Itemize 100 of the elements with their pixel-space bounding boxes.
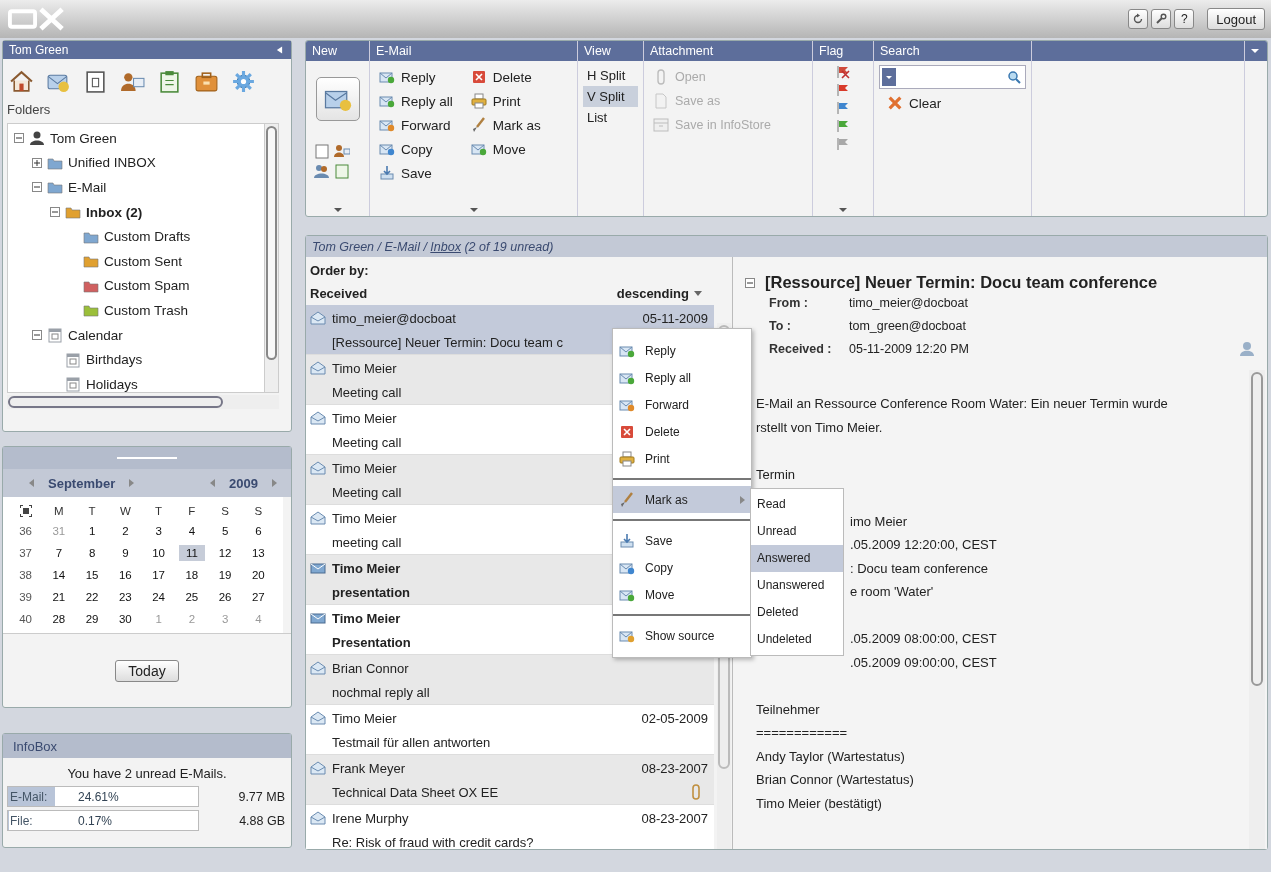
toolbar-button[interactable]: Mark as [466,113,545,137]
mail-row[interactable]: Brian Connor nochmal reply all [306,655,714,705]
folder-link[interactable]: Inbox [430,239,461,254]
calendar-day[interactable]: 12 [212,545,239,561]
sort-direction[interactable]: descending [616,286,689,301]
search-icon[interactable] [1007,70,1021,84]
calendar-day[interactable]: 13 [245,545,272,561]
calendar-day[interactable]: 2 [112,523,139,539]
menu-item[interactable]: Unread [751,518,843,545]
dropdown-icon[interactable] [882,68,896,86]
folder-item[interactable]: Custom Sent [104,253,183,269]
new-mail-button[interactable] [315,77,360,121]
calendar-day[interactable]: 16 [112,567,139,583]
scrollbar[interactable] [1249,370,1265,849]
refresh-button[interactable] [1128,9,1149,29]
folder-item[interactable]: Custom Trash [104,302,189,318]
calendar-day[interactable]: 30 [112,611,139,627]
dropdown-arrow-icon[interactable] [469,208,478,212]
collapse-toggle-icon[interactable] [745,277,755,288]
contacts-icon[interactable] [314,163,330,179]
flag-icon[interactable] [836,137,850,151]
today-button[interactable]: Today [115,659,179,682]
flag-icon[interactable] [836,119,850,133]
collapse-icon[interactable] [276,46,283,54]
folder-item[interactable]: Custom Spam [104,278,190,294]
previous-month-icon[interactable] [29,479,34,487]
calendar-day[interactable]: 4 [178,523,205,539]
clear-button[interactable]: Clear [879,89,1026,117]
calendar-day[interactable]: 6 [245,523,272,539]
briefcase-icon[interactable] [194,69,219,94]
calendar-day[interactable]: 29 [79,611,106,627]
menu-item[interactable]: Undeleted [751,626,843,653]
folder-item[interactable]: Holidays [86,376,138,392]
collapse-toggle-icon[interactable] [14,133,24,144]
calendar-day[interactable]: 22 [79,589,106,605]
calendar-day[interactable]: 9 [112,545,139,561]
toolbar-button[interactable]: Save [375,161,457,185]
folder-item[interactable]: Birthdays [86,352,143,368]
dropdown-arrow-icon[interactable] [1251,49,1259,53]
collapse-toggle-icon[interactable] [32,330,42,341]
search-field[interactable] [879,65,1026,89]
horizontal-scrollbar[interactable] [7,395,279,409]
collapse-toggle-icon[interactable] [32,182,42,193]
flag-cross-icon[interactable] [836,65,850,79]
logout-button[interactable]: Logout [1207,8,1265,30]
contact-icon[interactable] [334,143,350,159]
folder-item[interactable]: Inbox (2) [86,204,143,220]
menu-item[interactable]: Read [751,491,843,518]
calendar-day[interactable]: 18 [178,567,205,583]
menu-item[interactable]: Answered [751,545,843,572]
settings-icon[interactable] [231,69,256,94]
calendar-day[interactable]: 25 [178,589,205,605]
calendar-day[interactable]: 3 [145,523,172,539]
folder-item[interactable]: Tom Green [50,130,117,146]
next-month-icon[interactable] [129,479,135,487]
collapse-toggle-icon[interactable] [50,207,60,218]
drag-handle-icon[interactable] [117,456,177,460]
calendar-day[interactable]: 8 [79,545,106,561]
folder-item[interactable]: E-Mail [68,180,107,195]
menu-item[interactable]: Mark as [613,486,751,513]
toolbar-button[interactable]: Delete [466,65,545,89]
dropdown-arrow-icon[interactable] [333,208,342,212]
next-year-icon[interactable] [272,479,277,487]
calendar-day[interactable]: 24 [145,589,172,605]
calendar-day[interactable]: 27 [245,589,272,605]
view-option[interactable]: H Split [583,65,638,86]
toolbar-button[interactable]: Print [466,89,545,113]
calendar-day[interactable]: 14 [45,567,72,583]
calendar-day[interactable]: 26 [212,589,239,605]
menu-item[interactable]: Unanswered [751,572,843,599]
calendar-day[interactable]: 20 [245,567,272,583]
toolbar-button[interactable]: Move [466,137,545,161]
mail-row[interactable]: Timo Meier 02-05-2009 Testmail für allen antworten [306,705,714,755]
calendar-day[interactable]: 23 [112,589,139,605]
calendar-day[interactable]: 11 [178,545,205,561]
month-label[interactable]: September [48,475,116,491]
toolbar-button[interactable]: Copy [375,137,457,161]
year-label[interactable]: 2009 [229,475,258,491]
expand-icon[interactable] [19,505,32,517]
settings-button[interactable] [1151,9,1172,29]
expand-toggle-icon[interactable] [32,157,42,168]
folder-item[interactable]: Unified INBOX [68,155,156,171]
calendar-day[interactable]: 7 [45,545,72,561]
folder-item[interactable]: Calendar [68,327,123,343]
calendar-day[interactable]: 1 [79,523,106,539]
folder-item[interactable]: Custom Drafts [104,229,191,245]
calendar-day[interactable]: 19 [212,567,239,583]
flag-icon[interactable] [836,83,850,97]
calendar-day[interactable]: 15 [79,567,106,583]
toolbar-button[interactable]: Reply all [375,89,457,113]
calendar-day[interactable]: 10 [145,545,172,561]
menu-item[interactable]: Deleted [751,599,843,626]
help-button[interactable]: ? [1174,9,1195,29]
calendar-day[interactable]: 17 [145,567,172,583]
calendar-day[interactable]: 28 [45,611,72,627]
mail-row[interactable]: Irene Murphy 08-23-2007 Re: Risk of fraud with credit cards? [306,805,714,849]
contact-icon[interactable] [1239,340,1255,356]
toolbar-button[interactable]: Forward [375,113,457,137]
toolbar-button[interactable]: Reply [375,65,457,89]
previous-year-icon[interactable] [210,479,216,487]
